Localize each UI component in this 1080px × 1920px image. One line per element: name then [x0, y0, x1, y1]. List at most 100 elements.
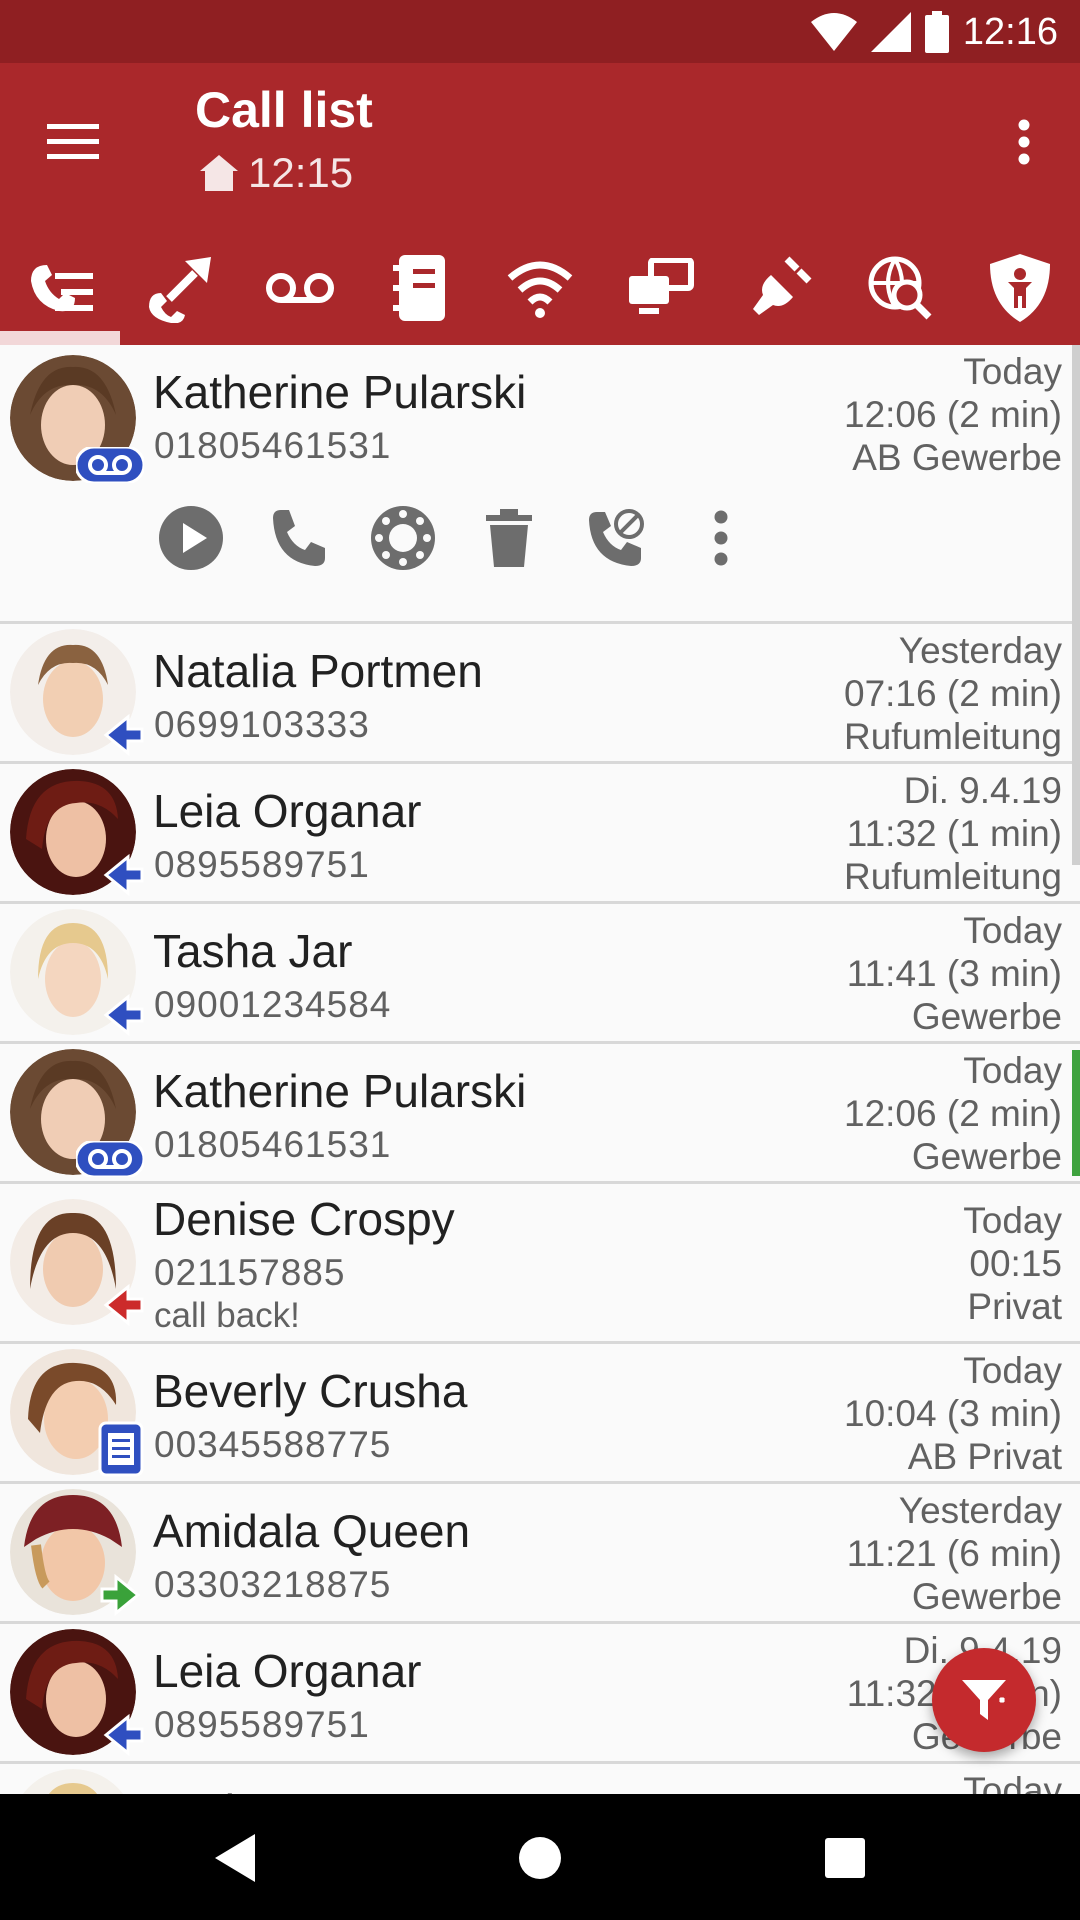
tab-child-protection[interactable] — [960, 231, 1080, 345]
call-day: Today — [963, 1770, 1062, 1795]
avatar[interactable] — [10, 1489, 141, 1617]
fax-document-icon — [98, 1421, 144, 1477]
outgoing-call-icon — [100, 1573, 141, 1617]
phone-number: 03303218875 — [154, 1564, 392, 1605]
tab-wifi[interactable] — [480, 231, 600, 345]
status-bar: 12:16 — [0, 0, 1080, 63]
avatar[interactable] — [10, 769, 144, 897]
tab-web-search[interactable] — [840, 231, 960, 345]
call-time: 12:06 (2 min) — [844, 1093, 1062, 1134]
tab-plug[interactable] — [720, 231, 840, 345]
avatar[interactable] — [10, 1349, 144, 1477]
contact-name: Amidala Queen — [153, 1505, 471, 1557]
block-call-icon[interactable] — [582, 505, 648, 571]
home-icon — [200, 155, 238, 191]
call-day: Yesterday — [898, 630, 1062, 671]
call-meta: Today 00:15 Privat — [963, 1199, 1062, 1328]
call-line: AB Gewerbe — [852, 437, 1062, 478]
contact-name: Katherine Pularski — [153, 366, 527, 418]
call-row[interactable]: Amidala Queen 03303218875 Yesterday 11:2… — [0, 1484, 1080, 1624]
phone-number: 01805461531 — [154, 425, 392, 466]
call-row[interactable]: Natalia Portmen 0699103333 Yesterday 07:… — [0, 624, 1080, 764]
avatar[interactable] — [10, 1629, 144, 1757]
call-line: Privat — [967, 1286, 1062, 1327]
call-row[interactable]: Leia Organar 0895589751 Di. 9.4.19 11:32… — [0, 764, 1080, 904]
call-line: AB Privat — [907, 1436, 1062, 1477]
call-time: 10:04 (3 min) — [844, 1393, 1062, 1434]
tab-network-devices[interactable] — [600, 231, 720, 345]
tab-call-divert[interactable] — [120, 231, 240, 345]
avatar[interactable] — [10, 1769, 136, 1795]
wifi-icon — [810, 13, 857, 51]
play-icon[interactable] — [158, 505, 224, 571]
more-vertical-icon[interactable] — [994, 107, 1054, 177]
highlight-bar — [1072, 1050, 1080, 1176]
battery-icon — [924, 11, 949, 53]
phonebook-icon — [393, 255, 445, 321]
call-row[interactable]: Tasha Jar Today — [0, 1764, 1080, 1795]
call-time: 11:21 (6 min) — [846, 1533, 1062, 1574]
call-time: 12:06 (2 min) — [844, 394, 1062, 435]
voicemail-icon — [76, 1141, 144, 1177]
call-list-icon — [31, 265, 93, 312]
call-list: Katherine Pularski 01805461531 Today 12:… — [0, 345, 1080, 1795]
call-icon[interactable] — [264, 505, 330, 571]
avatar[interactable] — [10, 629, 144, 757]
home-icon[interactable] — [500, 1818, 580, 1898]
hamburger-menu-icon[interactable] — [38, 107, 108, 177]
call-meta: Today 10:04 (3 min) AB Privat — [844, 1349, 1062, 1478]
scrollbar[interactable] — [1072, 345, 1080, 865]
contact-name: Leia Organar — [153, 1645, 422, 1697]
call-time: 07:16 (2 min) — [844, 673, 1062, 714]
avatar[interactable] — [10, 1199, 144, 1327]
call-day: Today — [963, 1350, 1062, 1391]
delete-icon[interactable] — [476, 505, 542, 571]
more-vertical-icon[interactable] — [688, 505, 754, 571]
call-row[interactable]: Leia Organar 0895589751 Di. 9.4.19 11:32… — [0, 1624, 1080, 1764]
avatar[interactable] — [10, 355, 144, 483]
dialpad-icon[interactable] — [370, 505, 436, 571]
call-meta: Yesterday 07:16 (2 min) Rufumleitung — [844, 629, 1062, 758]
call-row[interactable]: Beverly Crusha 00345588775 Today 10:04 (… — [0, 1344, 1080, 1484]
call-day: Today — [963, 1050, 1062, 1091]
contact-name: Natalia Portmen — [153, 645, 483, 697]
avatar[interactable] — [10, 909, 144, 1037]
call-divert-icon — [149, 257, 211, 323]
contact-name: Denise Crospy — [153, 1193, 455, 1245]
last-update-time: 12:15 — [248, 149, 354, 196]
call-row[interactable]: Denise Crospy 021157885 call back! Today… — [0, 1184, 1080, 1344]
contact-name: Leia Organar — [153, 785, 422, 837]
call-line: Rufumleitung — [843, 856, 1062, 897]
phone-number: 01805461531 — [154, 1124, 392, 1165]
back-icon[interactable] — [195, 1818, 275, 1898]
system-nav-bar — [0, 1794, 1080, 1920]
call-row[interactable]: Katherine Pularski 01805461531 Today 12:… — [0, 1044, 1080, 1184]
child-protection-icon — [990, 254, 1050, 322]
filter-button[interactable] — [932, 1648, 1036, 1752]
call-line: Gewerbe — [911, 1576, 1062, 1617]
recents-icon[interactable] — [805, 1818, 885, 1898]
tab-voicemail[interactable] — [240, 231, 360, 345]
wifi-icon — [507, 261, 573, 318]
avatar[interactable] — [10, 1049, 144, 1177]
call-note: call back! — [154, 1296, 300, 1335]
phone-number: 00345588775 — [154, 1424, 392, 1465]
call-row[interactable]: Katherine Pularski 01805461531 Today 12:… — [0, 345, 1080, 624]
tab-phonebook[interactable] — [360, 231, 480, 345]
plug-icon — [753, 256, 812, 315]
voicemail-icon — [266, 273, 334, 303]
call-line: Rufumleitung — [843, 716, 1062, 757]
call-day: Today — [963, 910, 1062, 951]
call-meta: Today 12:06 (2 min) Gewerbe — [844, 1049, 1062, 1178]
voicemail-icon — [76, 447, 144, 483]
call-time: 11:41 (3 min) — [846, 953, 1062, 994]
incoming-call-icon — [103, 713, 144, 757]
call-day: Di. 9.4.19 — [903, 770, 1062, 811]
call-line: Gewerbe — [911, 1136, 1062, 1177]
call-line: Gewerbe — [911, 996, 1062, 1037]
page-title: Call list — [195, 82, 373, 138]
call-row[interactable]: Tasha Jar 09001234584 Today 11:41 (3 min… — [0, 904, 1080, 1044]
call-time: 00:15 — [969, 1243, 1062, 1284]
phone-number: 09001234584 — [154, 984, 392, 1025]
tab-call-list[interactable] — [0, 231, 120, 345]
